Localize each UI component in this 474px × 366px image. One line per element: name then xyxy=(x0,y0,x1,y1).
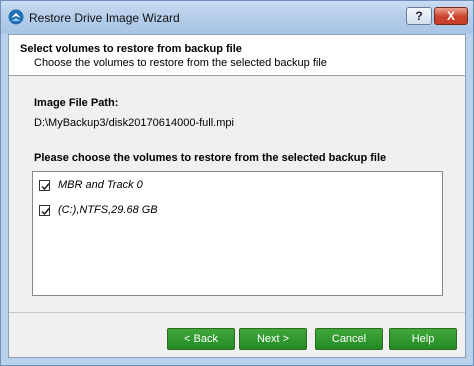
back-button[interactable]: < Back xyxy=(167,328,235,350)
volume-checkbox-mbr[interactable] xyxy=(39,179,50,191)
close-icon: X xyxy=(446,9,455,23)
volume-item-c[interactable]: (C:),NTFS,29.68 GB xyxy=(39,202,158,218)
page-subtitle: Choose the volumes to restore from the s… xyxy=(34,57,327,69)
volume-label: MBR and Track 0 xyxy=(58,179,143,191)
wizard-header: Select volumes to restore from backup fi… xyxy=(9,35,465,76)
window-title: Restore Drive Image Wizard xyxy=(29,11,180,25)
help-button[interactable]: Help xyxy=(389,328,457,350)
next-button[interactable]: Next > xyxy=(239,328,307,350)
help-title-button[interactable]: ? xyxy=(406,7,432,25)
checkmark-icon xyxy=(41,182,50,190)
app-logo-icon xyxy=(8,9,24,25)
cancel-button[interactable]: Cancel xyxy=(315,328,383,350)
volume-item-mbr[interactable]: MBR and Track 0 xyxy=(39,177,143,193)
volume-list[interactable]: MBR and Track 0 (C:),NTFS,29.68 GB xyxy=(32,171,443,296)
checkmark-icon xyxy=(41,207,50,215)
close-button[interactable]: X xyxy=(434,7,468,25)
help-glyph: ? xyxy=(415,9,423,23)
image-path-value: D:\MyBackup3/disk20170614000-full.mpi xyxy=(34,117,234,129)
volume-checkbox-c[interactable] xyxy=(39,204,50,216)
wizard-window: Restore Drive Image Wizard ? X Select vo… xyxy=(0,0,474,366)
volume-label: (C:),NTFS,29.68 GB xyxy=(58,204,158,216)
image-path-label: Image File Path: xyxy=(34,97,119,109)
volumes-label: Please choose the volumes to restore fro… xyxy=(34,152,387,164)
page-title: Select volumes to restore from backup fi… xyxy=(20,43,242,55)
footer-divider xyxy=(9,312,465,313)
title-bar[interactable]: Restore Drive Image Wizard ? X xyxy=(1,1,473,34)
wizard-body: Select volumes to restore from backup fi… xyxy=(8,34,466,358)
